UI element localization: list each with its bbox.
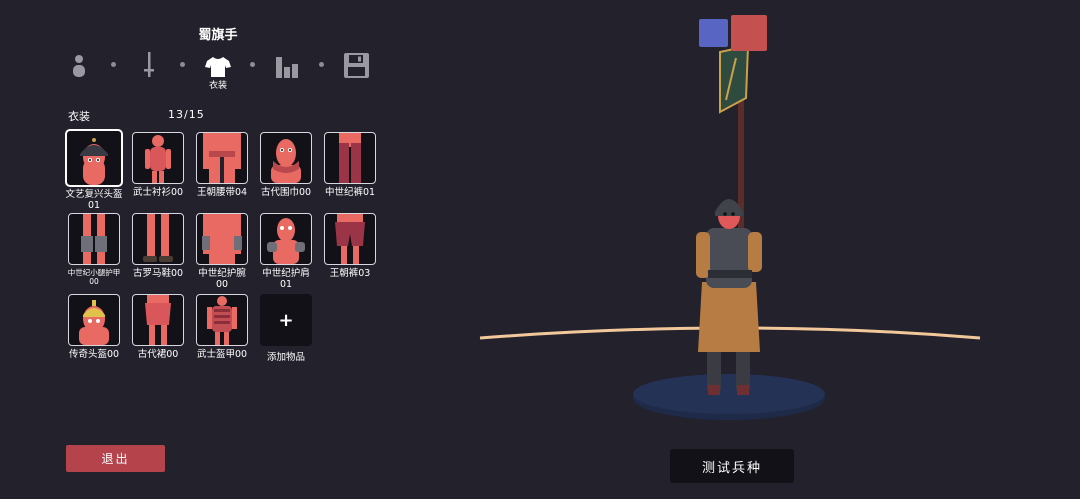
costume-slot[interactable]: 中世纪裤01 xyxy=(322,132,378,198)
costume-thumbnail[interactable] xyxy=(260,132,312,184)
costume-label: 文艺复兴头盔01 xyxy=(65,189,123,211)
person-icon[interactable] xyxy=(66,50,92,78)
costume-slot[interactable]: 武士衬衫00 xyxy=(130,132,186,198)
add-item-slot[interactable]: + 添加物品 xyxy=(258,294,314,363)
item-count: 13/15 xyxy=(168,108,205,121)
costume-thumbnail[interactable] xyxy=(196,213,248,265)
costume-slot[interactable]: 文艺复兴头盔01 xyxy=(64,130,124,211)
add-item-label: 添加物品 xyxy=(266,352,305,363)
costume-label: 古罗马鞋00 xyxy=(132,268,184,279)
costume-thumbnail[interactable] xyxy=(132,132,184,184)
costume-slot[interactable]: 王朝腰带04 xyxy=(194,132,250,198)
costume-label: 中世纪护肩01 xyxy=(262,268,310,290)
costume-slot[interactable]: 武士盔甲00 xyxy=(194,294,250,360)
step-separator xyxy=(250,62,255,67)
section-title: 衣装 xyxy=(68,110,90,123)
costume-thumbnail[interactable] xyxy=(324,132,376,184)
unit-name: 蜀旗手 xyxy=(198,28,238,43)
costume-label: 武士衬衫00 xyxy=(132,187,184,198)
costume-thumbnail[interactable] xyxy=(132,213,184,265)
costume-slot[interactable]: 中世纪护腕00 xyxy=(194,213,250,290)
costume-label: 武士盔甲00 xyxy=(196,349,248,360)
costume-thumbnail[interactable] xyxy=(196,132,248,184)
add-item-button[interactable]: + xyxy=(260,294,312,346)
step-label-costume: 衣装 xyxy=(208,81,227,91)
costume-thumbnail[interactable] xyxy=(260,213,312,265)
costume-slot[interactable]: 古代围巾00 xyxy=(258,132,314,198)
red-team-swatch[interactable] xyxy=(731,15,767,51)
costume-slot[interactable]: 古代裙00 xyxy=(130,294,186,360)
costume-slot[interactable]: 中世纪小腿护甲00 xyxy=(66,213,122,286)
save-icon[interactable] xyxy=(343,50,369,78)
costume-thumbnail[interactable] xyxy=(324,213,376,265)
costume-slot[interactable]: 传奇头盔00 xyxy=(66,294,122,360)
soldier-body xyxy=(698,282,760,352)
unit-preview-scene[interactable] xyxy=(470,0,1010,499)
step-separator xyxy=(319,62,324,67)
costume-label: 中世纪小腿护甲00 xyxy=(67,268,121,286)
costume-thumbnail[interactable] xyxy=(132,294,184,346)
costume-label: 古代围巾00 xyxy=(260,187,312,198)
costume-label: 古代裙00 xyxy=(137,349,179,360)
costume-label: 王朝腰带04 xyxy=(196,187,248,198)
step-separator xyxy=(111,62,116,67)
step-separator xyxy=(180,62,185,67)
sword-icon[interactable] xyxy=(136,50,162,78)
costume-slot[interactable]: 王朝裤03 xyxy=(322,213,378,279)
costume-slot[interactable]: 古罗马鞋00 xyxy=(130,213,186,279)
costume-label: 中世纪护腕00 xyxy=(198,268,246,290)
costume-slot[interactable]: 中世纪护肩01 xyxy=(258,213,314,290)
costume-thumbnail[interactable] xyxy=(68,294,120,346)
costume-thumbnail[interactable] xyxy=(66,130,122,186)
costume-thumbnail[interactable] xyxy=(68,213,120,265)
exit-button[interactable]: 退出 xyxy=(66,445,165,472)
stats-icon[interactable] xyxy=(274,50,300,78)
costume-label: 中世纪裤01 xyxy=(324,187,376,198)
costume-label: 王朝裤03 xyxy=(329,268,371,279)
costume-thumbnail[interactable] xyxy=(196,294,248,346)
costume-label: 传奇头盔00 xyxy=(68,349,120,360)
shirt-icon[interactable] xyxy=(205,50,231,78)
blue-team-swatch[interactable] xyxy=(699,19,728,47)
